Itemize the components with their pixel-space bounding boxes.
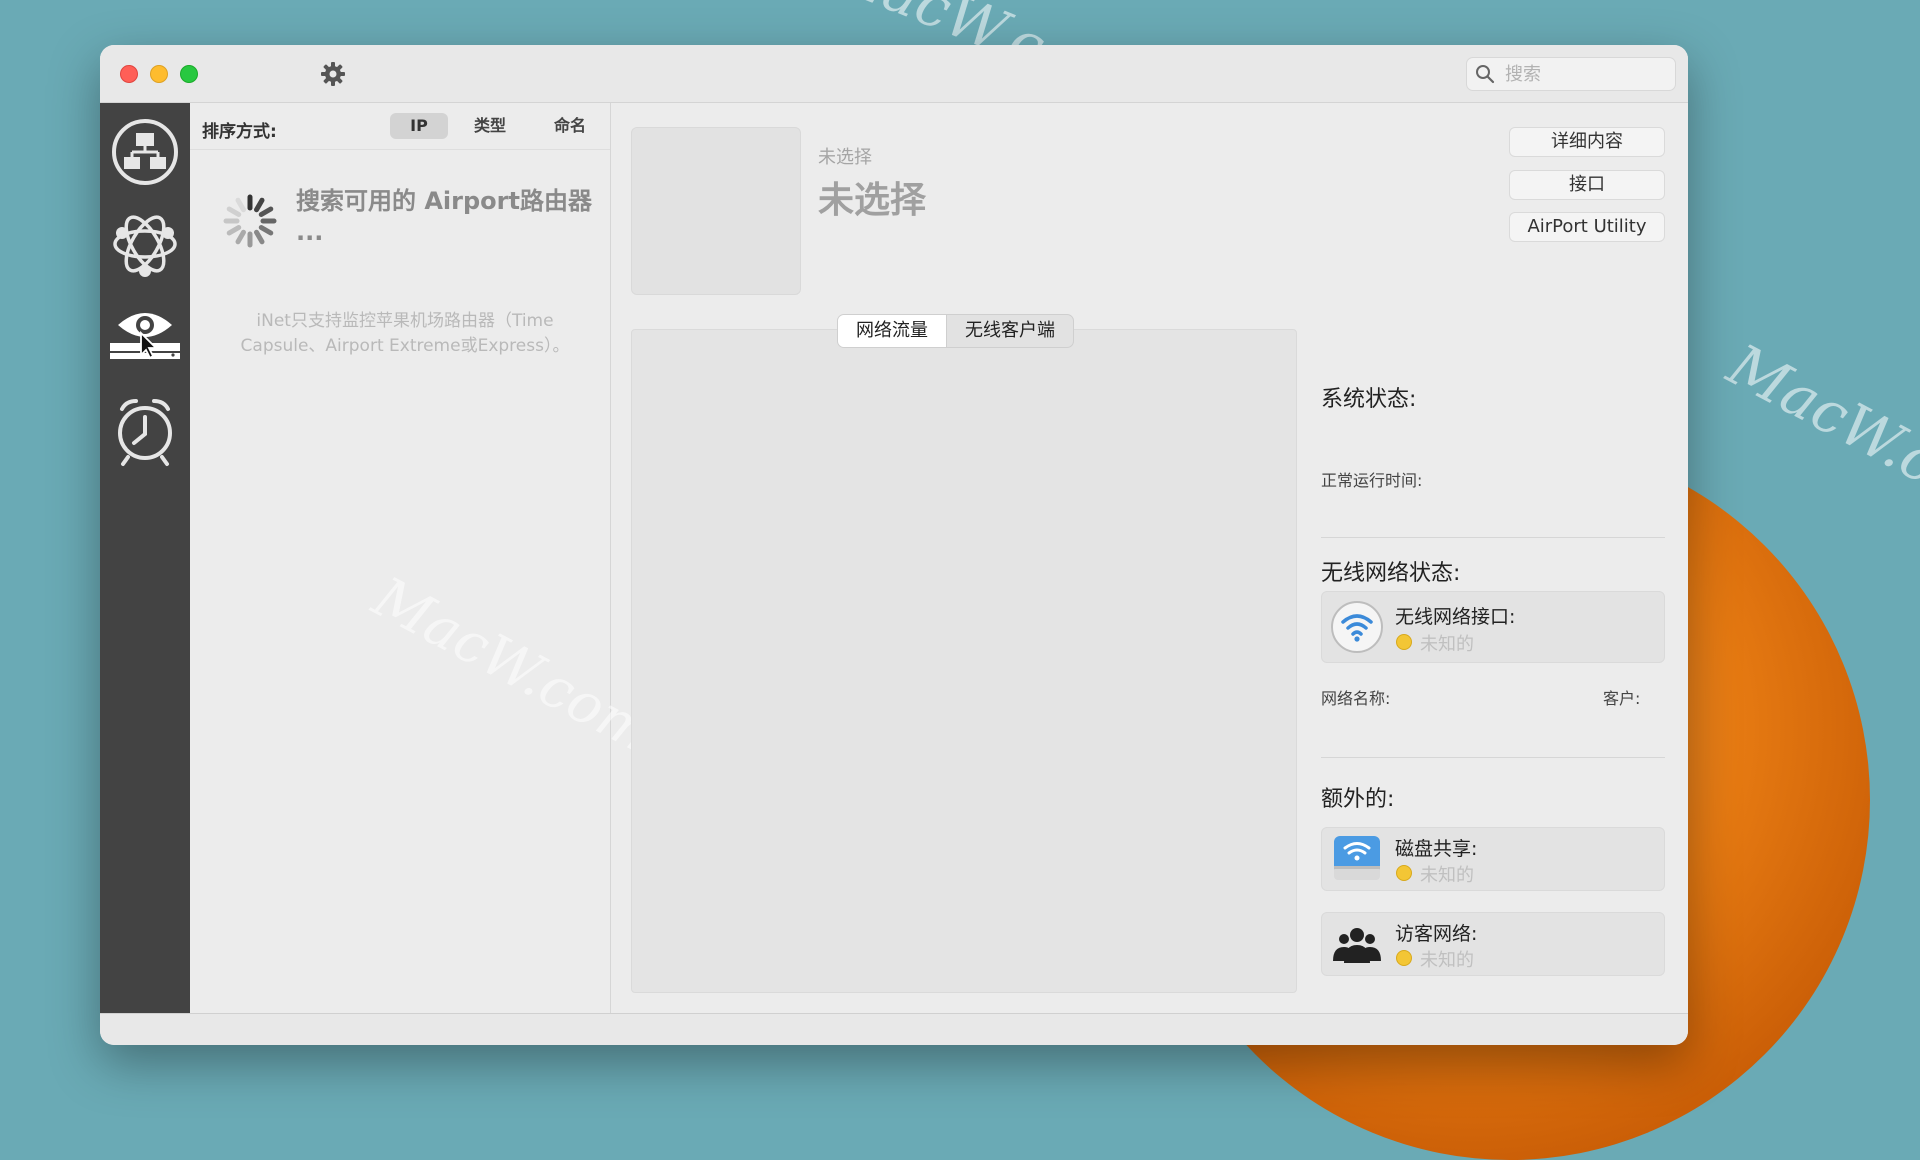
airport-disk-icon (1334, 836, 1380, 880)
sort-label: 排序方式: (202, 122, 277, 142)
system-status-heading: 系统状态: (1321, 387, 1417, 412)
detail-pane: 未选择 未选择 详细内容 接口 AirPort Utility 网络流量 无线客… (611, 103, 1688, 1013)
search-field[interactable] (1466, 57, 1676, 91)
wifi-icon (1331, 601, 1383, 653)
sort-by-name-button[interactable]: 命名 (542, 113, 598, 139)
support-hint-text: iNet只支持监控苹果机场路由器（Time Capsule、Airport Ex… (240, 311, 570, 356)
guest-status-value: 未知的 (1420, 950, 1474, 971)
wireless-status-heading: 无线网络状态: (1321, 561, 1461, 586)
searching-routers-title: 搜索可用的 Airport路由器 ... (296, 187, 592, 246)
guest-network-label: 访客网络: (1395, 923, 1478, 945)
clients-label: 客户: (1603, 689, 1641, 708)
tab-wireless-clients[interactable]: 无线客户端 (947, 315, 1073, 347)
device-thumbnail (631, 127, 801, 295)
divider (1321, 537, 1665, 538)
rail-item-monitor[interactable] (108, 299, 182, 373)
sort-by-type-button[interactable]: 类型 (462, 113, 518, 139)
minimize-window-button[interactable] (150, 65, 168, 83)
wireless-status-dot (1396, 634, 1412, 650)
network-icon (112, 119, 178, 185)
wireless-status-value: 未知的 (1420, 634, 1474, 655)
disk-sharing-card: 磁盘共享: 未知的 (1321, 827, 1665, 891)
loading-spinner-icon (223, 194, 277, 248)
search-input[interactable] (1503, 62, 1667, 86)
rail-item-network[interactable] (108, 115, 182, 189)
divider (1321, 757, 1665, 758)
traffic-graph-area (631, 329, 1297, 993)
rail-item-alarm[interactable] (108, 393, 182, 467)
search-icon (1476, 65, 1495, 84)
close-window-button[interactable] (120, 65, 138, 83)
guest-network-card: 访客网络: 未知的 (1321, 912, 1665, 976)
monitor-eye-icon (110, 313, 180, 360)
extra-heading: 额外的: (1321, 787, 1395, 812)
uptime-label: 正常运行时间: (1321, 471, 1423, 490)
disk-status-value: 未知的 (1420, 865, 1474, 886)
watermark-right: MacW.c (1717, 330, 1920, 498)
router-list-pane: 排序方式: IP 类型 命名 搜索可用的 Airport路由器 ... iNet… (190, 103, 663, 1013)
gear-icon[interactable] (318, 59, 348, 89)
sort-bar: 排序方式: IP 类型 命名 (190, 103, 610, 150)
title-bar (100, 45, 1688, 103)
disk-sharing-label: 磁盘共享: (1395, 838, 1478, 860)
device-subtitle: 未选择 (818, 147, 872, 168)
app-window: 排序方式: IP 类型 命名 搜索可用的 Airport路由器 ... (100, 45, 1688, 1045)
rail-item-orbit[interactable] (108, 207, 182, 281)
orbit-network-icon (113, 215, 177, 277)
sidebar-rail (100, 103, 190, 1013)
status-info-panel: 系统状态: 正常运行时间: 无线网络状态: 无线网络接口: 未知的 网络名称: … (1321, 103, 1665, 1013)
sort-by-ip-button[interactable]: IP (390, 113, 448, 139)
zoom-window-button[interactable] (180, 65, 198, 83)
bottom-status-bar (100, 1013, 1688, 1045)
tab-network-traffic[interactable]: 网络流量 (838, 315, 947, 347)
guest-status-dot (1396, 950, 1412, 966)
wireless-interface-card: 无线网络接口: 未知的 (1321, 591, 1665, 663)
wireless-interface-label: 无线网络接口: (1395, 606, 1516, 628)
device-title: 未选择 (818, 180, 927, 221)
alarm-clock-icon (118, 399, 172, 466)
disk-status-dot (1396, 865, 1412, 881)
graph-tab-control: 网络流量 无线客户端 (837, 314, 1074, 348)
guest-users-icon (1333, 928, 1381, 963)
network-name-label: 网络名称: (1321, 689, 1391, 708)
